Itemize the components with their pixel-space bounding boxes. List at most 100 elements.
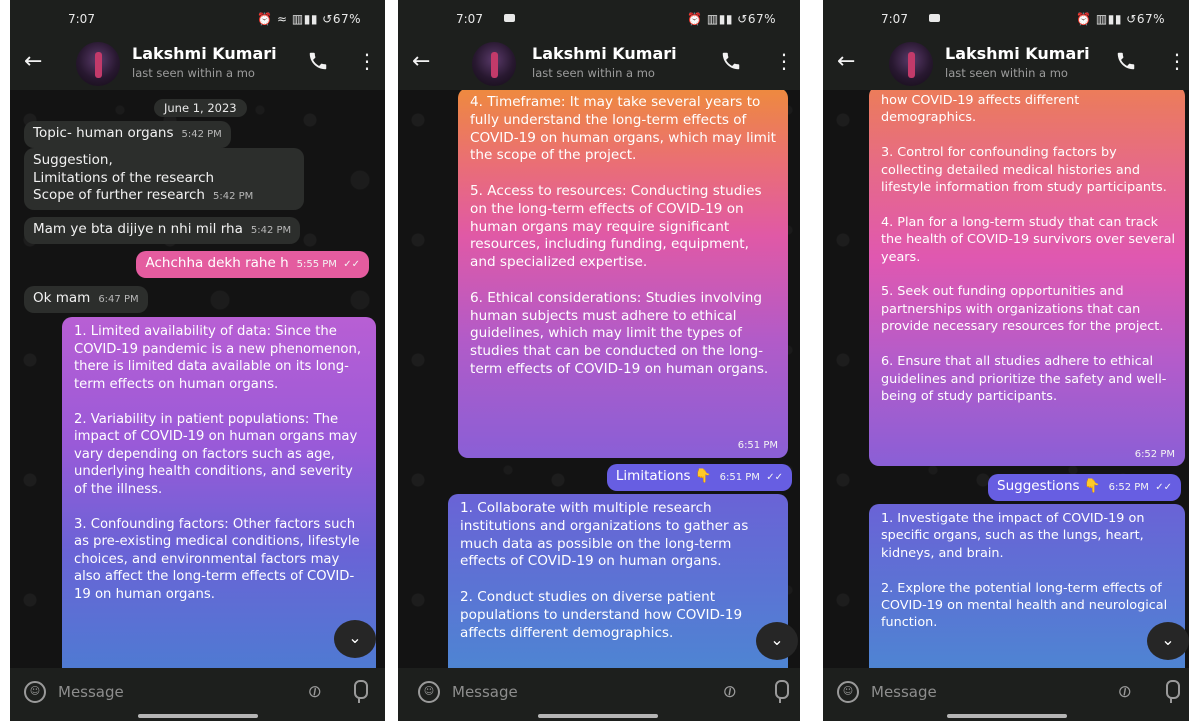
message-time: 6:52 PM <box>1134 448 1175 460</box>
phone-screen-1: 7:07 ⏰ ≈ ▥▮▮ ↺67% ← Lakshmi Kumari last … <box>10 0 385 721</box>
microphone-button[interactable] <box>770 678 790 706</box>
status-bar: 7:07 ⏰ ≈ ▥▮▮ ↺67% <box>10 0 385 34</box>
microphone-button[interactable] <box>349 678 369 706</box>
scroll-down-button[interactable]: ⌄ <box>1147 622 1189 660</box>
avatar[interactable] <box>472 42 516 86</box>
chat-header: ← Lakshmi Kumari last seen within a mo ⋮ <box>10 34 385 90</box>
read-receipt-icon: ✓✓ <box>1155 482 1172 493</box>
status-icons: ⏰ ▥▮▮ ↺67% <box>1076 12 1165 26</box>
contact-name[interactable]: Lakshmi Kumari <box>532 44 677 63</box>
message-bubble-ai-reply[interactable]: 1. Limited availability of data: Since t… <box>62 317 376 668</box>
phone-screen-2: 7:07 ⏰ ▥▮▮ ↺67% ← Lakshmi Kumari last se… <box>398 0 800 721</box>
chevron-down-icon: ⌄ <box>348 628 362 647</box>
attach-button[interactable]: ⊘ <box>298 675 331 708</box>
chat-area[interactable]: how COVID-19 affects different demograph… <box>823 90 1189 668</box>
date-chip: June 1, 2023 <box>154 99 247 117</box>
message-time: 5:42 PM <box>212 191 254 202</box>
message-bubble-ai-reply[interactable]: how COVID-19 affects different demograph… <box>869 90 1185 466</box>
message-time: 6:51 PM <box>719 472 760 483</box>
message-text: how COVID-19 affects different demograph… <box>881 93 1175 404</box>
message-text: Suggestion, Limitations of the research … <box>33 152 215 203</box>
message-text: Mam ye bta dijiye n nhi mil rha <box>33 221 243 237</box>
chat-header: ← Lakshmi Kumari last seen within a mo ⋮ <box>398 34 800 90</box>
notification-icon <box>929 14 940 22</box>
message-time: 6:51 PM <box>737 440 778 452</box>
back-button[interactable]: ← <box>837 50 863 74</box>
call-button[interactable] <box>1115 50 1139 74</box>
home-indicator <box>947 714 1067 718</box>
message-time: 5:55 PM <box>296 259 337 270</box>
message-text: Topic- human organs <box>33 125 174 141</box>
message-composer: ☺ ⊘ <box>398 668 800 721</box>
message-bubble-in[interactable]: Suggestion, Limitations of the research … <box>24 148 304 210</box>
emoji-button[interactable]: ☺ <box>24 681 46 703</box>
back-button[interactable]: ← <box>412 50 438 74</box>
status-time: 7:07 <box>881 12 908 26</box>
chat-area[interactable]: 4. Timeframe: It may take several years … <box>398 90 800 668</box>
contact-name[interactable]: Lakshmi Kumari <box>132 44 277 63</box>
call-button[interactable] <box>307 50 331 74</box>
phone-icon <box>309 52 327 70</box>
message-composer: ☺ ⊘ <box>823 668 1189 721</box>
contact-status: last seen within a mo <box>532 66 655 80</box>
message-text: Suggestions 👇 <box>997 478 1101 494</box>
chat-header: ← Lakshmi Kumari last seen within a mo ⋮ <box>823 34 1189 90</box>
message-text: 1. Limited availability of data: Since t… <box>74 324 362 602</box>
more-menu-button[interactable]: ⋮ <box>1167 50 1187 74</box>
status-bar: 7:07 ⏰ ▥▮▮ ↺67% <box>823 0 1189 34</box>
message-input[interactable] <box>58 679 238 705</box>
message-bubble-in[interactable]: Ok mam 6:47 PM <box>24 286 148 313</box>
emoji-button[interactable]: ☺ <box>418 681 440 703</box>
message-text: Limitations 👇 <box>615 468 712 484</box>
read-receipt-icon: ✓✓ <box>766 472 783 483</box>
notification-icon <box>504 14 515 22</box>
read-receipt-icon: ✓✓ <box>343 259 360 270</box>
contact-status: last seen within a mo <box>132 66 255 80</box>
message-bubble-out[interactable]: Limitations 👇 6:51 PM ✓✓ <box>606 464 792 491</box>
message-time: 5:42 PM <box>181 129 222 140</box>
message-bubble-ai-reply[interactable]: 1. Investigate the impact of COVID-19 on… <box>869 504 1185 668</box>
message-text: 1. Investigate the impact of COVID-19 on… <box>881 511 1168 631</box>
phone-icon <box>722 52 740 70</box>
message-bubble-in[interactable]: Mam ye bta dijiye n nhi mil rha 5:42 PM <box>24 217 301 244</box>
message-bubble-out[interactable]: Suggestions 👇 6:52 PM ✓✓ <box>988 474 1181 501</box>
scroll-down-button[interactable]: ⌄ <box>334 620 376 658</box>
attach-button[interactable]: ⊘ <box>1108 675 1141 708</box>
message-input[interactable] <box>452 679 632 705</box>
avatar[interactable] <box>889 42 933 86</box>
message-text: 1. Collaborate with multiple research in… <box>460 500 749 641</box>
message-bubble-ai-reply[interactable]: 4. Timeframe: It may take several years … <box>458 90 788 458</box>
message-composer: ☺ ⊘ <box>10 668 385 721</box>
home-indicator <box>538 714 658 718</box>
scroll-down-button[interactable]: ⌄ <box>756 622 798 660</box>
message-text: Achchha dekh rahe h <box>145 255 289 271</box>
emoji-button[interactable]: ☺ <box>837 681 859 703</box>
microphone-button[interactable] <box>1161 678 1181 706</box>
attach-button[interactable]: ⊘ <box>713 675 746 708</box>
avatar[interactable] <box>76 42 120 86</box>
more-menu-button[interactable]: ⋮ <box>774 50 794 74</box>
status-time: 7:07 <box>68 12 95 26</box>
message-text: 4. Timeframe: It may take several years … <box>470 94 776 377</box>
message-bubble-out[interactable]: Achchha dekh rahe h 5:55 PM ✓✓ <box>136 251 369 278</box>
message-bubble-in[interactable]: Topic- human organs 5:42 PM <box>24 121 231 148</box>
status-icons: ⏰ ▥▮▮ ↺67% <box>687 12 776 26</box>
phone-icon <box>1117 52 1135 70</box>
chevron-down-icon: ⌄ <box>770 630 784 649</box>
contact-status: last seen within a mo <box>945 66 1068 80</box>
status-bar: 7:07 ⏰ ▥▮▮ ↺67% <box>398 0 800 34</box>
message-bubble-ai-reply[interactable]: 1. Collaborate with multiple research in… <box>448 494 788 668</box>
back-button[interactable]: ← <box>24 50 50 74</box>
home-indicator <box>138 714 258 718</box>
chat-area[interactable]: June 1, 2023 Topic- human organs 5:42 PM … <box>10 90 385 668</box>
message-time: 6:47 PM <box>98 294 139 305</box>
contact-name[interactable]: Lakshmi Kumari <box>945 44 1090 63</box>
call-button[interactable] <box>720 50 744 74</box>
message-text: Ok mam <box>33 290 91 306</box>
more-menu-button[interactable]: ⋮ <box>357 50 377 74</box>
message-input[interactable] <box>871 679 1051 705</box>
chevron-down-icon: ⌄ <box>1161 630 1175 649</box>
phone-screen-3: 7:07 ⏰ ▥▮▮ ↺67% ← Lakshmi Kumari last se… <box>823 0 1189 721</box>
status-icons: ⏰ ≈ ▥▮▮ ↺67% <box>257 12 361 26</box>
status-time: 7:07 <box>456 12 483 26</box>
